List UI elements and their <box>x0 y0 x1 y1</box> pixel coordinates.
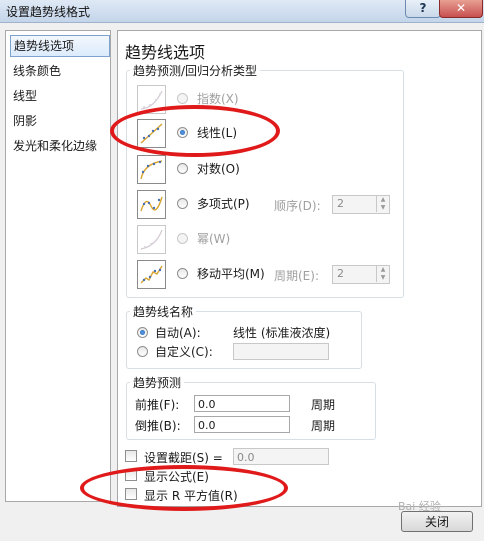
custom-name-radio[interactable] <box>137 346 148 357</box>
trendline-name-legend: 趋势线名称 <box>130 303 197 320</box>
window-title: 设置趋势线格式 <box>6 5 91 19</box>
help-button[interactable]: ? <box>405 0 441 18</box>
nav-item-line-color[interactable]: 线条颜色 <box>10 61 108 81</box>
order-label: 顺序(D): <box>274 199 321 213</box>
close-window-button[interactable]: ✕ <box>439 0 483 18</box>
period-value: 2 <box>337 267 344 280</box>
forward-unit: 周期 <box>311 398 336 412</box>
logarithmic-radio[interactable] <box>177 163 188 174</box>
spin-up-icon[interactable]: ▲ <box>376 266 389 274</box>
nav-item-trendline-options[interactable]: 趋势线选项 <box>10 35 110 57</box>
watermark: Bai 经验 <box>398 500 441 513</box>
exponential-radio[interactable] <box>177 93 188 104</box>
nav-item-glow-soft-edges[interactable]: 发光和柔化边缘 <box>10 136 108 156</box>
logarithmic-icon <box>137 155 166 184</box>
intercept-checkbox[interactable] <box>125 450 137 462</box>
spin-up-icon[interactable]: ▲ <box>376 196 389 204</box>
spin-down-icon[interactable]: ▼ <box>376 204 389 212</box>
power-label: 幂(W) <box>197 232 231 246</box>
polynomial-radio[interactable] <box>177 198 188 209</box>
polynomial-label: 多项式(P) <box>197 197 250 211</box>
custom-name-input[interactable] <box>233 343 329 360</box>
polynomial-icon <box>137 190 166 219</box>
power-radio[interactable] <box>177 233 188 244</box>
forward-input[interactable]: 0.0 <box>194 395 290 412</box>
backward-unit: 周期 <box>311 419 336 433</box>
logarithmic-label: 对数(O) <box>197 162 240 176</box>
red-annotation-ellipse <box>110 105 280 157</box>
nav-item-line-style[interactable]: 线型 <box>10 86 108 106</box>
forward-label: 前推(F): <box>135 398 180 412</box>
spin-down-icon[interactable]: ▼ <box>376 274 389 282</box>
nav-item-shadow[interactable]: 阴影 <box>10 111 108 131</box>
order-spinner[interactable]: 2 ▲ ▼ <box>332 195 390 214</box>
trend-type-legend: 趋势预测/回归分析类型 <box>130 62 261 79</box>
close-button[interactable]: 关闭 <box>401 511 473 532</box>
auto-name-radio[interactable] <box>137 327 148 338</box>
category-list: 趋势线选项 线条颜色 线型 阴影 发光和柔化边缘 <box>5 30 111 502</box>
order-value: 2 <box>337 197 344 210</box>
forecast-legend: 趋势预测 <box>130 374 185 391</box>
backward-label: 倒推(B): <box>135 419 181 433</box>
auto-name-value: 线性 (标准液浓度) <box>233 326 331 340</box>
power-icon <box>137 225 166 254</box>
period-label: 周期(E): <box>274 269 319 283</box>
intercept-label: 设置截距(S) = <box>144 451 223 465</box>
page-title: 趋势线选项 <box>125 43 206 62</box>
moving-average-label: 移动平均(M) <box>197 267 265 281</box>
trend-type-group <box>126 70 404 298</box>
custom-name-label: 自定义(C): <box>155 345 213 359</box>
auto-name-label: 自动(A): <box>155 326 201 340</box>
moving-average-icon <box>137 260 166 289</box>
moving-average-radio[interactable] <box>177 268 188 279</box>
red-annotation-ellipse <box>80 465 288 511</box>
period-spinner[interactable]: 2 ▲ ▼ <box>332 265 390 284</box>
backward-input[interactable]: 0.0 <box>194 416 290 433</box>
intercept-input[interactable]: 0.0 <box>233 448 329 465</box>
